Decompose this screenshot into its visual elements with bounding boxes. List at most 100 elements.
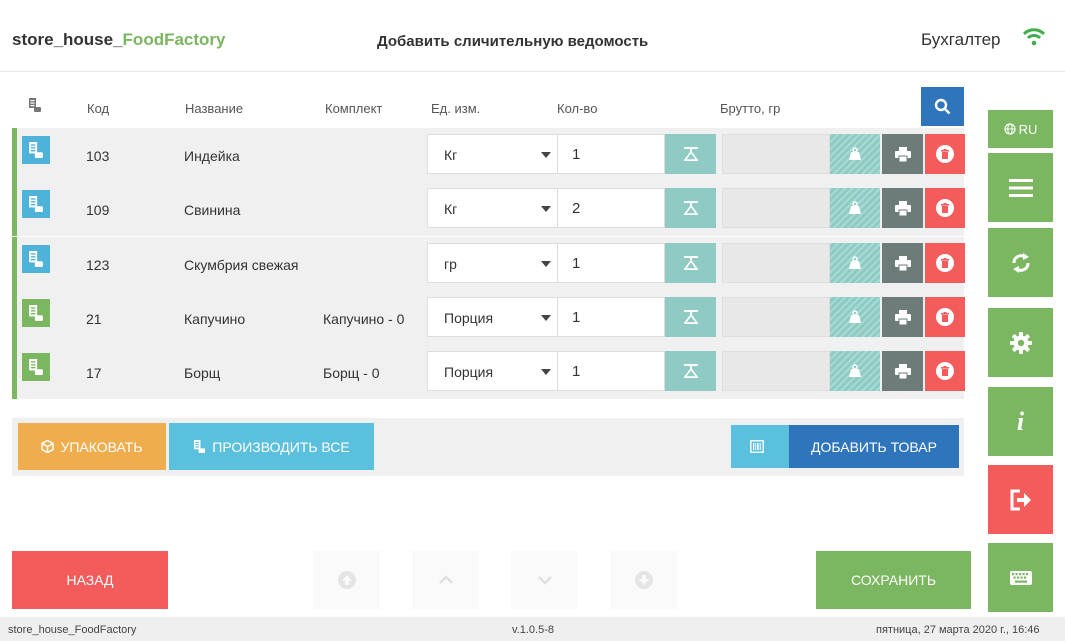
print-button[interactable]	[882, 297, 923, 337]
footer-app-name: store_house_FoodFactory	[8, 624, 137, 636]
table-row: 17 Борщ Борщ - 0 Порция	[12, 345, 965, 399]
product-card-button[interactable]	[22, 299, 50, 327]
weight-icon	[849, 256, 861, 269]
product-card-icon	[29, 196, 43, 212]
scroll-bottom-button[interactable]	[610, 551, 677, 609]
row-name: Борщ	[184, 365, 221, 381]
gross-weight-field[interactable]	[722, 243, 830, 283]
menu-button[interactable]	[988, 153, 1053, 222]
product-card-button[interactable]	[22, 353, 50, 381]
search-icon	[934, 98, 951, 115]
produce-all-label: ПРОИЗВОДИТЬ ВСЕ	[212, 438, 350, 455]
language-button[interactable]: RU	[988, 110, 1053, 148]
printer-icon	[894, 146, 911, 162]
scale-button[interactable]	[665, 297, 716, 337]
scale-icon	[683, 310, 698, 324]
delete-button[interactable]	[925, 351, 965, 391]
trash-icon	[936, 308, 954, 326]
print-button[interactable]	[882, 134, 923, 174]
delete-button[interactable]	[925, 243, 965, 283]
weigh-button[interactable]	[830, 134, 880, 174]
weigh-button[interactable]	[830, 188, 880, 228]
delete-button[interactable]	[925, 297, 965, 337]
row-code: 109	[86, 202, 110, 218]
settings-button[interactable]	[988, 308, 1053, 377]
page-title: Добавить сличительную ведомость	[377, 33, 649, 50]
product-card-icon	[29, 305, 43, 321]
scale-button[interactable]	[665, 243, 716, 283]
info-button[interactable]: i	[988, 387, 1053, 456]
unit-select[interactable]: Порция	[427, 351, 563, 391]
quantity-input[interactable]	[557, 188, 665, 228]
product-card-button[interactable]	[22, 136, 50, 164]
dropdown-arrow-icon	[541, 315, 551, 321]
brand-accent: FoodFactory	[122, 30, 226, 49]
produce-all-button[interactable]: ПРОИЗВОДИТЬ ВСЕ	[169, 423, 374, 470]
quantity-input[interactable]	[557, 243, 665, 283]
gross-weight-field[interactable]	[722, 134, 830, 174]
delete-button[interactable]	[925, 188, 965, 228]
quantity-input[interactable]	[557, 134, 665, 174]
dropdown-arrow-icon	[541, 261, 551, 267]
table-row: 103 Индейка Кг	[12, 128, 965, 182]
print-button[interactable]	[882, 351, 923, 391]
row-name: Свинина	[184, 202, 241, 218]
logout-icon	[1010, 489, 1031, 510]
weigh-button[interactable]	[830, 351, 880, 391]
weight-icon	[849, 364, 861, 377]
column-header-gross: Брутто, гр	[720, 101, 781, 116]
gear-icon	[1009, 331, 1032, 354]
search-button[interactable]	[921, 87, 964, 126]
weigh-button[interactable]	[830, 297, 880, 337]
produce-icon	[194, 440, 206, 453]
scroll-top-button[interactable]	[313, 551, 380, 609]
scale-button[interactable]	[665, 134, 716, 174]
table-row: 123 Скумбрия свежая гр	[12, 237, 965, 291]
pack-button[interactable]: УПАКОВАТЬ	[18, 423, 166, 470]
logout-button[interactable]	[988, 465, 1053, 534]
scroll-down-button[interactable]	[511, 551, 578, 609]
printer-icon	[894, 363, 911, 379]
product-card-button[interactable]	[22, 190, 50, 218]
wifi-icon	[1023, 28, 1045, 46]
scale-icon	[683, 256, 698, 270]
unit-select[interactable]: Кг	[427, 134, 563, 174]
keyboard-button[interactable]	[988, 543, 1053, 612]
info-icon: i	[1016, 406, 1025, 436]
gross-weight-field[interactable]	[722, 297, 830, 337]
delete-button[interactable]	[925, 134, 965, 174]
row-name: Капучино	[184, 311, 246, 327]
sync-icon	[1012, 252, 1029, 273]
refresh-button[interactable]	[988, 228, 1053, 297]
quantity-input[interactable]	[557, 297, 665, 337]
print-button[interactable]	[882, 188, 923, 228]
gross-weight-field[interactable]	[722, 351, 830, 391]
unit-select[interactable]: гр	[427, 243, 563, 283]
footer-version: v.1.0.5-8	[512, 624, 554, 636]
brand-prefix: store_house_	[12, 30, 123, 49]
scale-button[interactable]	[665, 351, 716, 391]
quantity-input[interactable]	[557, 351, 665, 391]
scale-button[interactable]	[665, 188, 716, 228]
add-item-button[interactable]: ДОБАВИТЬ ТОВАР	[789, 425, 959, 468]
scroll-up-button[interactable]	[412, 551, 479, 609]
top-bar: store_house_FoodFactory Добавить сличите…	[0, 0, 1065, 72]
print-button[interactable]	[882, 243, 923, 283]
row-code: 17	[86, 365, 102, 381]
gross-weight-field[interactable]	[722, 188, 830, 228]
barcode-button[interactable]	[731, 425, 789, 468]
unit-select[interactable]: Порция	[427, 297, 563, 337]
product-card-button[interactable]	[22, 245, 50, 273]
arrow-circle-down-icon	[634, 571, 653, 589]
unit-select[interactable]: Кг	[427, 188, 563, 228]
user-role[interactable]: Бухгалтер	[921, 30, 1001, 50]
row-code: 103	[86, 148, 110, 164]
product-column-icon	[29, 98, 41, 112]
trash-icon	[936, 362, 954, 380]
weigh-button[interactable]	[830, 243, 880, 283]
save-label: СОХРАНИТЬ	[850, 572, 937, 588]
save-button[interactable]: СОХРАНИТЬ	[816, 551, 971, 609]
row-code: 123	[86, 257, 110, 273]
back-button[interactable]: НАЗАД	[12, 551, 168, 609]
chevron-up-icon	[438, 575, 453, 584]
